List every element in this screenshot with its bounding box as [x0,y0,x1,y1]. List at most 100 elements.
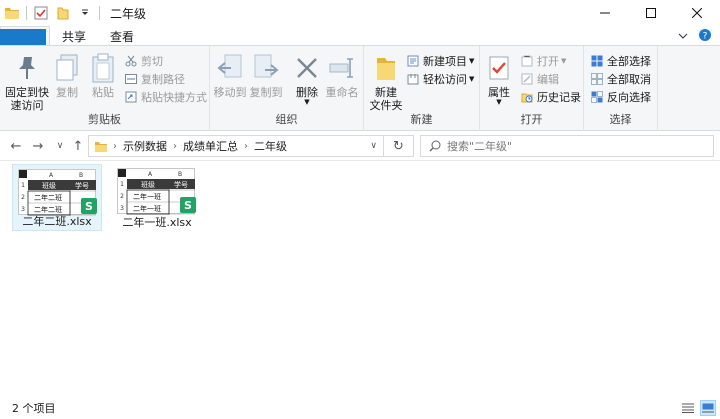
easy-access-button[interactable]: 轻松访问 ▼ [406,70,474,88]
thumb-header-cell: 学号 [75,181,89,190]
thumb-col-label: A [49,172,54,179]
breadcrumb-item[interactable]: 成绩单汇总 [183,138,238,154]
maximize-button[interactable] [628,0,674,26]
delete-x-icon [291,52,323,84]
item-count: 2 个项目 [12,402,56,415]
open-button[interactable]: 打开 ▼ [520,52,566,70]
properties-icon [483,52,515,84]
thumb-header-cell: 班级 [141,180,155,189]
thumb-row-label: 1 [21,182,25,189]
history-label: 历史记录 [537,91,581,104]
paste-shortcut-label: 粘贴快捷方式 [141,91,207,104]
thumb-row-label: 3 [120,205,124,212]
invert-selection-button[interactable]: 反向选择 [590,88,651,106]
address-dropdown-icon[interactable]: ∨ [370,141,377,151]
copy-icon [51,52,83,84]
select-none-button[interactable]: 全部取消 [590,70,651,88]
qat-separator [99,6,100,20]
cut-label: 剪切 [141,55,163,68]
breadcrumb-item[interactable]: 示例数据 [123,138,167,154]
organize-group: 移动到 复制到 删除 ▼ 重命名 组织 [210,46,364,131]
paste-button[interactable]: 粘贴 [86,52,120,99]
cut-button[interactable]: 剪切 [124,52,163,70]
recent-locations-chevron-icon[interactable]: ∨ [52,138,68,154]
edit-button[interactable]: 编辑 [520,70,559,88]
file-item[interactable]: A B 1 2 3 班级 学号 二年一班 二年一班 S 二年一班.xlsx [112,164,202,231]
help-icon[interactable]: ? [698,28,712,45]
title-bar: 二年级 [0,0,720,26]
excel-thumbnail: A B 1 2 3 班级 学号 二年一班 二年一班 S [117,168,196,215]
thumb-row-label: 1 [120,181,124,188]
delete-button[interactable]: 删除 ▼ [291,52,323,106]
new-item-button[interactable]: 新建项目 ▼ [406,52,474,70]
rename-label: 重命名 [325,86,359,99]
wps-badge-letter: S [85,200,93,213]
forward-arrow-icon[interactable]: → [30,138,46,154]
details-view-icon[interactable] [680,400,696,416]
new-folder-qat-icon[interactable] [55,5,71,21]
address-bar[interactable]: › 示例数据 › 成绩单汇总 › 二年级 ∨ [88,135,384,157]
copy-to-button[interactable]: 复制到 [248,52,284,99]
new-item-dropdown-icon: ▼ [469,57,475,65]
wps-badge-letter: S [184,199,192,212]
pin-icon [11,52,43,84]
new-folder-button[interactable]: 新建 文件夹 [366,52,406,112]
quick-access-toolbar [0,0,106,26]
properties-check-icon[interactable] [33,5,49,21]
breadcrumb-separator-icon[interactable]: › [113,141,117,152]
qat-dropdown-icon[interactable] [77,5,93,21]
copy-label: 复制 [56,86,78,99]
folder-icon [95,141,107,152]
copy-button[interactable]: 复制 [52,52,82,99]
file-name: 二年二班.xlsx [22,215,92,228]
breadcrumb-item[interactable]: 二年级 [254,138,287,154]
easy-access-dropdown-icon: ▼ [469,75,475,83]
new-group: 新建 文件夹 新建项目 ▼ 轻松访问 ▼ 新建 [364,46,480,131]
properties-dropdown-icon[interactable]: ▼ [496,99,501,106]
move-to-label: 移动到 [213,86,247,99]
open-icon [520,54,534,68]
select-all-icon [590,54,604,68]
breadcrumb-separator-icon[interactable]: › [173,141,177,152]
paste-shortcut-button[interactable]: 粘贴快捷方式 [124,88,207,106]
properties-button[interactable]: 属性 ▼ [482,52,516,106]
thumb-row-label: 3 [21,206,25,213]
up-arrow-icon[interactable]: ↑ [70,138,86,154]
select-all-button[interactable]: 全部选择 [590,52,651,70]
copy-path-label: 复制路径 [141,73,185,86]
organize-group-label: 组织 [275,113,298,126]
minimize-button[interactable] [582,0,628,26]
pin-label: 固定到快 速访问 [5,86,49,112]
ribbon-tabs: 文件 主页 共享 查看 ? [0,26,720,96]
pin-quick-access-button[interactable]: 固定到快 速访问 [4,52,50,112]
invert-selection-icon [590,90,604,104]
breadcrumb-separator-icon[interactable]: › [244,141,248,152]
easy-access-label: 轻松访问 [423,73,467,86]
clipboard-group: 固定到快 速访问 复制 粘贴 剪切 复制路径 粘贴快捷方式 剪贴板 [0,46,210,131]
large-icons-view-icon[interactable] [700,400,716,416]
tab-share[interactable]: 共享 [50,26,98,46]
window-title: 二年级 [110,6,147,21]
history-button[interactable]: 历史记录 [520,88,581,106]
file-item[interactable]: A B 1 2 3 班级 学号 二年二班 二年二班 S 二年二班.xlsx [12,164,102,231]
select-none-label: 全部取消 [607,73,651,86]
thumb-col-label: B [178,171,182,178]
refresh-icon[interactable]: ↻ [384,135,414,157]
new-group-label: 新建 [410,113,433,126]
excel-thumbnail: A B 1 2 3 班级 学号 二年二班 二年二班 S [18,169,97,216]
copy-path-button[interactable]: 复制路径 [124,70,185,88]
back-arrow-icon[interactable]: ← [8,138,24,154]
rename-button[interactable]: 重命名 [324,52,360,99]
thumb-row-label: 2 [21,194,25,201]
search-box[interactable]: 搜索"二年级" [420,135,714,157]
move-to-icon [214,52,246,84]
easy-access-icon [406,72,420,86]
move-to-button[interactable]: 移动到 [212,52,248,99]
tab-view[interactable]: 查看 [98,26,146,46]
close-button[interactable] [674,0,720,26]
delete-dropdown-icon[interactable]: ▼ [304,99,309,106]
chevron-down-icon[interactable] [678,30,688,43]
status-bar: 2 个项目 [0,397,720,419]
new-item-label: 新建项目 [423,55,467,68]
file-name: 二年一班.xlsx [122,216,192,229]
